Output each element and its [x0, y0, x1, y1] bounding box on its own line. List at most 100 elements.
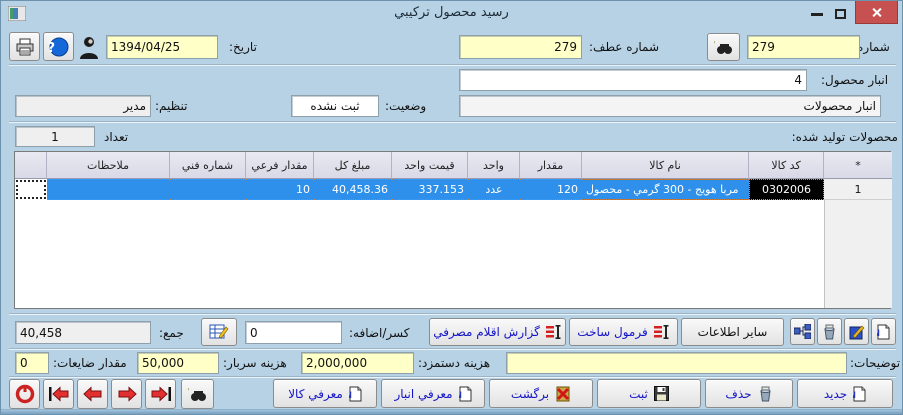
search-record-button[interactable]: ? — [181, 379, 214, 409]
trash-icon — [822, 324, 837, 340]
grid-row-end-indicator — [16, 180, 46, 199]
grid-cell-row-number[interactable]: 1 — [824, 179, 892, 200]
save-button[interactable]: ثبت — [597, 379, 701, 408]
warehouse-label: انبار محصول: — [821, 73, 889, 87]
user-person-icon[interactable] — [77, 34, 101, 60]
document-n-icon: N — [853, 386, 866, 402]
maximize-button[interactable] — [830, 6, 850, 22]
number-input[interactable]: 279 — [747, 35, 860, 59]
formula-icon — [653, 325, 670, 339]
grid-header-name[interactable]: نام کالا — [582, 152, 749, 179]
document-n-icon: N — [877, 324, 890, 340]
power-cancel-icon — [15, 384, 35, 404]
trash-icon — [758, 386, 773, 402]
grid-header-qty[interactable]: مقدار — [520, 152, 582, 179]
count-label: تعداد — [104, 130, 129, 144]
first-record-button[interactable] — [43, 379, 74, 409]
print-button[interactable] — [9, 32, 40, 61]
build-formula-label: فرمول ساخت — [577, 325, 648, 339]
svg-text:N: N — [349, 391, 352, 401]
grid-header-tech-no[interactable]: شماره فني — [170, 152, 246, 179]
previous-record-button[interactable] — [77, 379, 108, 409]
svg-text:?: ? — [714, 40, 715, 50]
grid-cell-name[interactable]: مربا هويج - 300 گرمي - محصول — [582, 179, 749, 200]
title-bar: رسيد محصول ترکيبي — [1, 1, 902, 27]
back-button[interactable]: برگشت — [489, 379, 593, 408]
overhead-input[interactable]: 50,000 — [137, 352, 219, 374]
red-x-document-icon — [555, 386, 571, 402]
other-info-button[interactable]: ساير اطلاعات — [681, 318, 784, 346]
wage-input[interactable]: 2,000,000 — [301, 352, 414, 374]
description-input[interactable] — [506, 352, 847, 374]
grid-cell-unit[interactable]: عدد — [468, 179, 520, 200]
waste-input[interactable]: 0 — [15, 352, 49, 374]
adjustment-input[interactable]: 0 — [245, 321, 342, 344]
wage-label: هزينه دستمزد: — [418, 356, 491, 370]
help-button[interactable]: ? — [43, 32, 74, 61]
grid-cell-qty[interactable]: 120 — [520, 179, 582, 200]
minimize-button[interactable] — [807, 6, 827, 22]
sum-label: جمع: — [159, 325, 184, 340]
edit-adjustment-button[interactable] — [201, 318, 237, 346]
printer-icon — [15, 38, 35, 56]
sum-field: 40,458 — [15, 321, 151, 344]
grid-header-unit[interactable]: واحد — [468, 152, 520, 179]
grid-cell-unit-price[interactable]: 337.153 — [392, 179, 468, 200]
grid-cell-code-focused[interactable]: 0302006 — [749, 179, 824, 200]
window-title: رسيد محصول ترکيبي — [394, 5, 509, 20]
arrow-right-icon — [117, 386, 137, 402]
back-label: برگشت — [510, 386, 550, 401]
svg-text:N: N — [459, 391, 462, 401]
define-warehouse-label: معرفي انبار — [394, 386, 453, 401]
hammer-tool-icon — [849, 324, 865, 340]
grid-cell-notes[interactable] — [47, 179, 170, 200]
define-warehouse-button[interactable]: N معرفي انبار — [381, 379, 485, 408]
next-record-button[interactable] — [111, 379, 142, 409]
delete-row-trash-button[interactable] — [817, 318, 842, 345]
warehouse-code-field[interactable]: 4 — [459, 69, 807, 91]
svg-text:N: N — [877, 329, 880, 339]
grid-header-indicator — [15, 152, 47, 179]
grid-header-notes[interactable]: ملاحظات — [47, 152, 170, 179]
grid-header-total[interactable]: مبلغ کل — [314, 152, 392, 179]
document-n-icon: N — [349, 386, 362, 402]
delete-button[interactable]: حذف — [705, 379, 793, 408]
ref-number-input[interactable]: 279 — [459, 35, 582, 59]
search-number-button[interactable]: ? — [707, 33, 740, 61]
tools-button[interactable] — [844, 318, 869, 345]
grid-cell-tech-no[interactable] — [170, 179, 246, 200]
org-chart-button[interactable] — [790, 318, 815, 345]
products-grid: ملاحظات شماره فني مقدار فرعي مبلغ کل قيم… — [14, 151, 892, 309]
app-window: رسيد محصول ترکيبي شماره: 279 ? شماره عطف… — [0, 0, 903, 415]
grid-header-code[interactable]: کد کالا — [749, 152, 824, 179]
svg-text:?: ? — [49, 41, 55, 56]
org-chart-icon — [794, 324, 811, 339]
formula-report-icon — [545, 325, 562, 339]
document-n-icon: N — [459, 386, 472, 402]
maximize-icon — [834, 9, 846, 19]
svg-text:?: ? — [188, 387, 189, 397]
status-label: وضعيت: — [385, 99, 427, 113]
separator — [9, 64, 896, 66]
binoculars-search-icon: ? — [714, 38, 734, 56]
cancel-navigation-button[interactable] — [9, 379, 40, 409]
ref-number-label: شماره عطف: — [589, 40, 660, 54]
close-button[interactable] — [855, 1, 898, 24]
consumption-report-button[interactable]: گزارش اقلام مصرفي — [429, 318, 566, 346]
grid-cell-total[interactable]: 40,458.36 — [314, 179, 392, 200]
grid-header-sub-qty[interactable]: مقدار فرعي — [246, 152, 314, 179]
note-document-button[interactable]: N — [871, 318, 896, 345]
define-product-button[interactable]: N معرفي کالا — [273, 379, 377, 408]
date-input[interactable]: 1394/04/25 — [106, 35, 218, 59]
description-label: توضيحات: — [850, 356, 901, 370]
new-button[interactable]: N جديد — [797, 379, 893, 408]
grid-cell-sub-qty[interactable]: 10 — [246, 179, 314, 200]
last-record-button[interactable] — [145, 379, 176, 409]
grid-header-unit-price[interactable]: قيمت واحد — [392, 152, 468, 179]
floppy-disk-icon — [653, 386, 669, 401]
build-formula-button[interactable]: فرمول ساخت — [569, 318, 678, 346]
overhead-label: هزينه سربار: — [223, 356, 287, 370]
separator — [9, 348, 896, 350]
grid-pencil-icon — [209, 323, 229, 341]
regulator-label: تنظيم: — [155, 99, 188, 113]
